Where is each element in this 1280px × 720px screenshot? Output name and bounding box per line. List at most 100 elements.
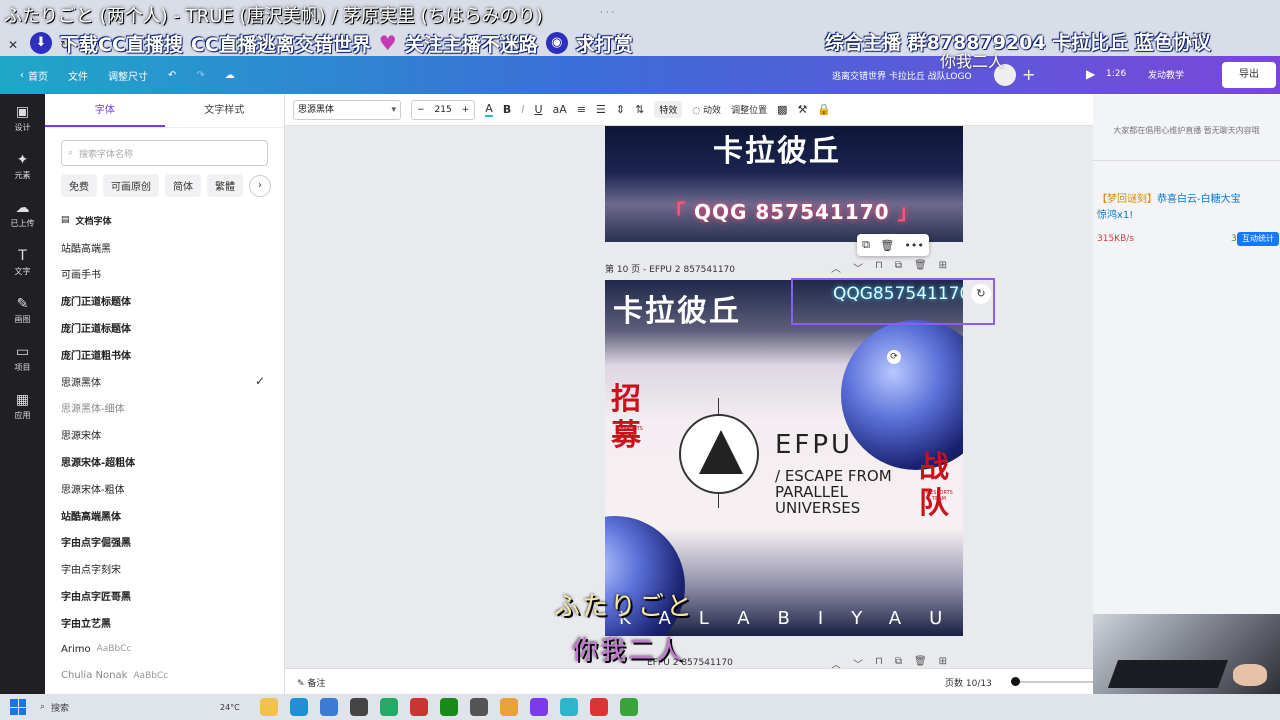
rail-elements[interactable]: ✦ 元素 <box>0 142 45 190</box>
app-icon[interactable] <box>379 698 398 716</box>
font-list-item[interactable]: 可画手书 <box>45 261 284 288</box>
chevron-up-icon[interactable]: ︿ <box>831 260 841 275</box>
font-list-item[interactable]: 站酷高端黑 <box>45 234 284 261</box>
rail-design[interactable]: ▣ 设计 <box>0 94 45 142</box>
underline-icon[interactable]: U <box>534 103 542 116</box>
export-button[interactable]: 导出 <box>1222 62 1276 88</box>
efpu-title[interactable]: EFPU <box>775 430 853 460</box>
page-10[interactable]: 卡拉彼丘 QQG857541170 EFPU / ESCAPE FROM PAR… <box>605 280 963 636</box>
team-text[interactable]: 战队 <box>919 450 953 522</box>
rail-apps[interactable]: ▦ 应用 <box>0 382 45 430</box>
font-size-value[interactable]: 215 <box>430 105 457 115</box>
page-counter[interactable]: 页数 10/13 <box>945 676 992 689</box>
lock-page-icon[interactable]: ⊓ <box>875 260 883 275</box>
rail-text[interactable]: T 文字 <box>0 238 45 286</box>
teach-button[interactable]: 发动教学 <box>1148 68 1184 81</box>
play-icon[interactable]: ▶ <box>1086 67 1095 81</box>
font-list-item[interactable]: 思源黑体 ✓ <box>45 368 284 395</box>
chevron-down-icon[interactable]: ﹀ <box>853 656 863 668</box>
poster-title[interactable]: 卡拉彼丘 <box>713 126 841 170</box>
italic-icon[interactable]: I <box>521 103 524 116</box>
filter-chip[interactable]: 简体 <box>165 174 201 197</box>
qq-group-banner[interactable]: 「 QQG 857541170 」 <box>665 196 919 225</box>
tab[interactable]: · · · <box>600 8 614 18</box>
app-icon[interactable] <box>499 698 518 716</box>
font-list-item[interactable]: 字由立艺黑 <box>45 609 284 636</box>
font-list-item[interactable]: 思源黑体-细体 <box>45 395 284 422</box>
filter-chip[interactable]: 繁體 <box>207 174 243 197</box>
file-menu[interactable]: 文件 <box>68 68 88 83</box>
rail-projects[interactable]: ▭ 项目 <box>0 334 45 382</box>
decrease-size-button[interactable]: − <box>412 105 430 115</box>
edge-icon[interactable] <box>289 698 308 716</box>
effects-button[interactable]: 特效 <box>654 101 683 118</box>
font-search[interactable]: ⌕ 搜索字体名称 <box>61 140 268 166</box>
position-button[interactable]: 调整位置 <box>731 103 767 116</box>
font-list-item[interactable]: 庞门正道标题体 <box>45 314 284 341</box>
windows-start-icon[interactable] <box>10 699 26 715</box>
page-9-preview[interactable]: 卡拉彼丘 「 QQG 857541170 」 <box>605 126 963 242</box>
store-icon[interactable] <box>319 698 338 716</box>
add-collaborator-icon[interactable]: + <box>1022 65 1035 84</box>
font-list-item[interactable]: 庞门正道标题体 <box>45 287 284 314</box>
redo-icon[interactable]: ↷ <box>196 70 204 81</box>
lock-icon[interactable]: 🔒 <box>817 103 831 116</box>
tab-font[interactable]: 字体 <box>45 94 165 127</box>
interaction-stats-button[interactable]: 互动统计 <box>1237 232 1279 246</box>
filter-chip[interactable]: 可画原创 <box>103 174 159 197</box>
add-page-icon[interactable]: ⊞ <box>939 260 947 275</box>
app-icon[interactable] <box>529 698 548 716</box>
paint-format-icon[interactable]: ⚒ <box>797 103 807 116</box>
font-list-item[interactable]: 字由点字倔强黑 <box>45 529 284 556</box>
font-list-item[interactable]: 庞门正道粗书体 <box>45 341 284 368</box>
lock-page-icon[interactable]: ⊓ <box>875 656 883 668</box>
copy-icon[interactable]: ⧉ <box>862 238 870 252</box>
filter-chip[interactable]: 免费 <box>61 174 97 197</box>
font-family-select[interactable]: 思源黑体 <box>293 99 401 120</box>
more-icon[interactable]: ••• <box>904 239 923 252</box>
chevron-right-icon[interactable]: › <box>249 174 271 197</box>
align-icon[interactable]: ≡ <box>577 103 586 116</box>
rail-upload[interactable]: ☁ 已上传 <box>0 190 45 238</box>
efpu-subtitle[interactable]: / ESCAPE FROM PARALLEL UNIVERSES <box>775 468 915 516</box>
undo-icon[interactable]: ↶ <box>168 70 176 81</box>
delete-icon[interactable]: 🗑 <box>880 239 894 252</box>
app-icon[interactable] <box>439 698 458 716</box>
refresh-icon[interactable]: ↻ <box>971 284 991 304</box>
taskbar-search[interactable]: ⌕ 搜索 <box>40 698 180 716</box>
zoom-slider[interactable] <box>1013 681 1093 683</box>
font-list-item[interactable]: Arimo AaBbCc <box>45 636 284 663</box>
font-list-item[interactable]: 思源宋体-粗体 <box>45 475 284 502</box>
font-list-item[interactable]: 字由点字刻宋 <box>45 555 284 582</box>
poster-title[interactable]: 卡拉彼丘 <box>613 286 741 330</box>
rail-draw[interactable]: ✎ 画图 <box>0 286 45 334</box>
efpu-logo[interactable] <box>679 414 759 494</box>
duplicate-page-icon[interactable]: ⧉ <box>895 656 902 668</box>
app-icon[interactable] <box>469 698 488 716</box>
weather-widget[interactable]: 24°C <box>220 703 240 712</box>
chevron-up-icon[interactable]: ︿ <box>831 656 841 668</box>
close-icon[interactable]: ✕ <box>8 38 18 52</box>
add-page-icon[interactable]: ⊞ <box>939 656 947 668</box>
tab-text-style[interactable]: 文字样式 <box>165 94 285 127</box>
resize-button[interactable]: 调整尺寸 <box>108 68 148 83</box>
app-icon[interactable] <box>619 698 638 716</box>
chart-app-icon[interactable] <box>349 698 368 716</box>
delete-page-icon[interactable]: 🗑 <box>914 656 927 668</box>
spacing-icon[interactable]: ⇕ <box>616 103 625 116</box>
animate-button[interactable]: ◌ 动效 <box>692 103 721 116</box>
font-list-item[interactable]: 思源宋体-超粗体 <box>45 448 284 475</box>
text-color-icon[interactable]: A <box>485 102 493 117</box>
app-icon[interactable] <box>589 698 608 716</box>
font-list-item[interactable]: Chulia Nonak AaBbCc <box>45 663 284 690</box>
chevron-down-icon[interactable]: ﹀ <box>853 260 863 275</box>
explorer-icon[interactable] <box>259 698 278 716</box>
notes-button[interactable]: ✎ 备注 <box>297 676 325 689</box>
delete-page-icon[interactable]: 🗑 <box>914 260 927 275</box>
zoom-knob[interactable] <box>1011 677 1020 686</box>
app-icon[interactable] <box>559 698 578 716</box>
list-icon[interactable]: ☰ <box>596 103 606 116</box>
recruit-text[interactable]: 招募 <box>611 382 645 454</box>
font-list-item[interactable]: 思源宋体 <box>45 421 284 448</box>
font-list-item[interactable]: 站酷高端黑体 <box>45 502 284 529</box>
